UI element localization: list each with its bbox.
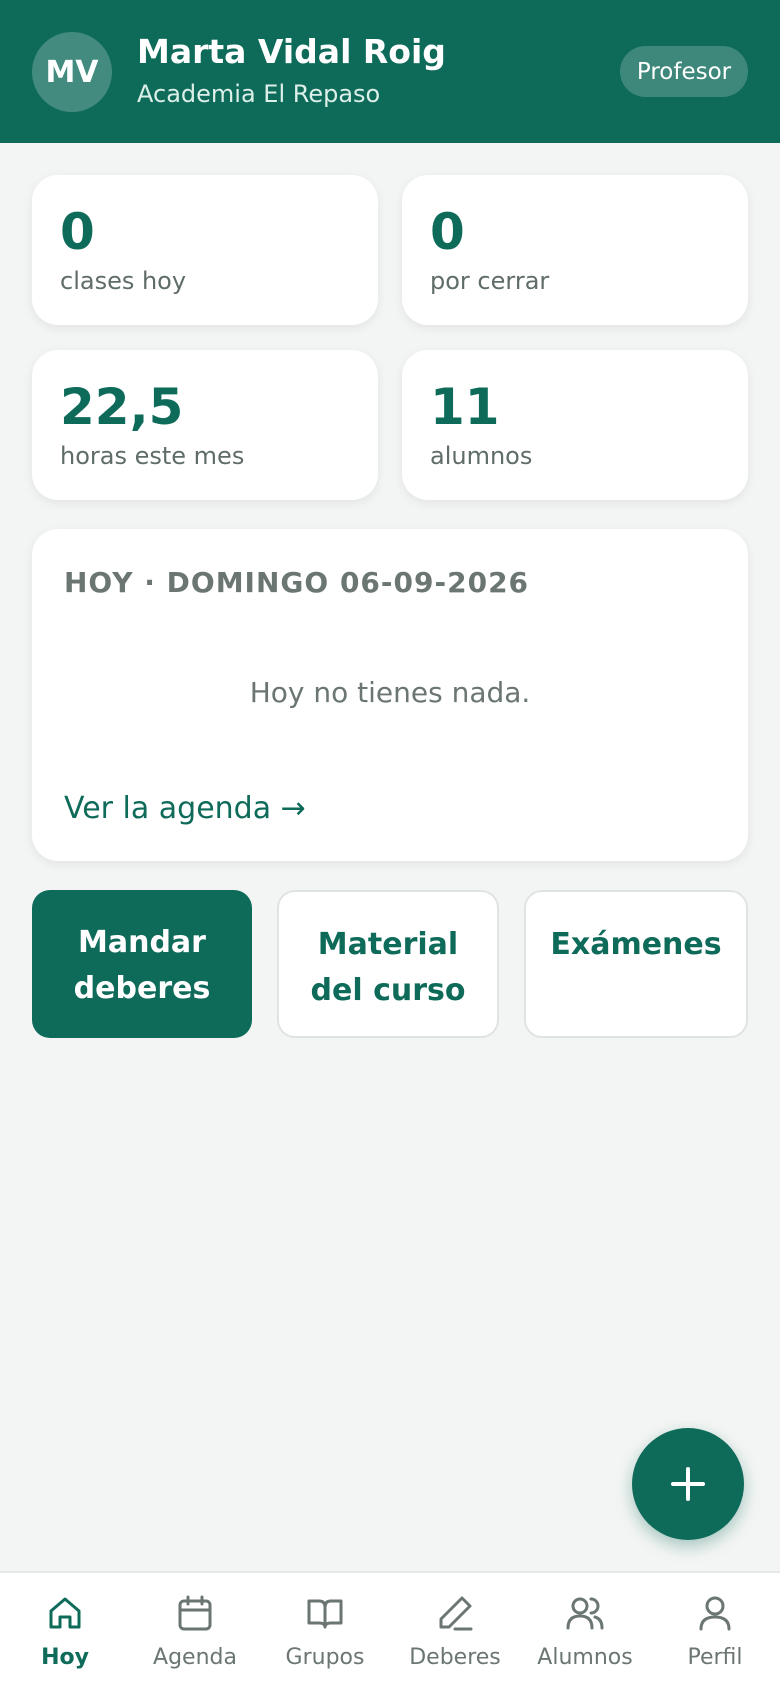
stat-card-hours-month[interactable]: 22,5 horas este mes [32,350,378,500]
plus-icon [671,1467,705,1501]
add-fab-button[interactable] [632,1428,744,1540]
course-material-button[interactable]: Material del curso [277,890,499,1038]
stat-label: horas este mes [60,442,245,470]
bottom-nav: Hoy Agenda Grupos Deberes Alumnos Perfil [0,1571,780,1688]
app-header: MV Marta Vidal Roig Academia El Repaso P… [0,0,780,143]
today-title: HOY · DOMINGO 06-09-2026 [64,566,530,599]
stat-value: 0 [60,203,95,261]
nav-item-deberes[interactable]: Deberes [390,1573,520,1688]
pencil-icon [439,1596,473,1631]
nav-label: Perfil [687,1645,743,1670]
stat-label: clases hoy [60,267,187,295]
view-agenda-link[interactable]: Ver la agenda → [64,791,306,826]
nav-item-perfil[interactable]: Perfil [650,1573,780,1688]
stat-label: por cerrar [430,267,550,295]
nav-item-grupos[interactable]: Grupos [260,1573,390,1688]
button-label-line2: deberes [73,971,211,1006]
stat-card-classes-today[interactable]: 0 clases hoy [32,175,378,325]
avatar[interactable]: MV [32,32,112,112]
today-card: HOY · DOMINGO 06-09-2026 Hoy no tienes n… [32,529,748,861]
nav-item-agenda[interactable]: Agenda [130,1573,260,1688]
nav-label: Agenda [153,1645,237,1670]
button-label-line1: Material [317,927,459,962]
stat-value: 11 [430,378,500,436]
empty-message: Hoy no tienes nada. [249,676,531,709]
home-icon [49,1597,81,1629]
calendar-icon [178,1595,212,1631]
book-icon [307,1599,343,1629]
users-icon [566,1597,604,1630]
stat-card-pending-close[interactable]: 0 por cerrar [402,175,748,325]
role-badge: Profesor [620,46,748,97]
stat-label: alumnos [430,442,533,470]
button-label-line1: Mandar [78,925,206,960]
button-label-line2: del curso [310,973,466,1008]
nav-label: Alumnos [537,1645,633,1670]
stat-value: 22,5 [60,378,184,436]
nav-label: Deberes [409,1645,501,1670]
user-name: Marta Vidal Roig [137,32,446,71]
send-homework-button[interactable]: Mandar deberes [32,890,252,1038]
exams-button[interactable]: Exámenes [524,890,748,1038]
nav-label: Grupos [285,1645,365,1670]
nav-label: Hoy [41,1645,89,1670]
nav-item-hoy[interactable]: Hoy [0,1573,130,1688]
nav-item-alumnos[interactable]: Alumnos [520,1573,650,1688]
stat-card-students[interactable]: 11 alumnos [402,350,748,500]
stat-value: 0 [430,203,465,261]
user-icon [699,1596,731,1631]
button-label-line1: Exámenes [550,927,722,962]
organization-name: Academia El Repaso [137,80,381,108]
